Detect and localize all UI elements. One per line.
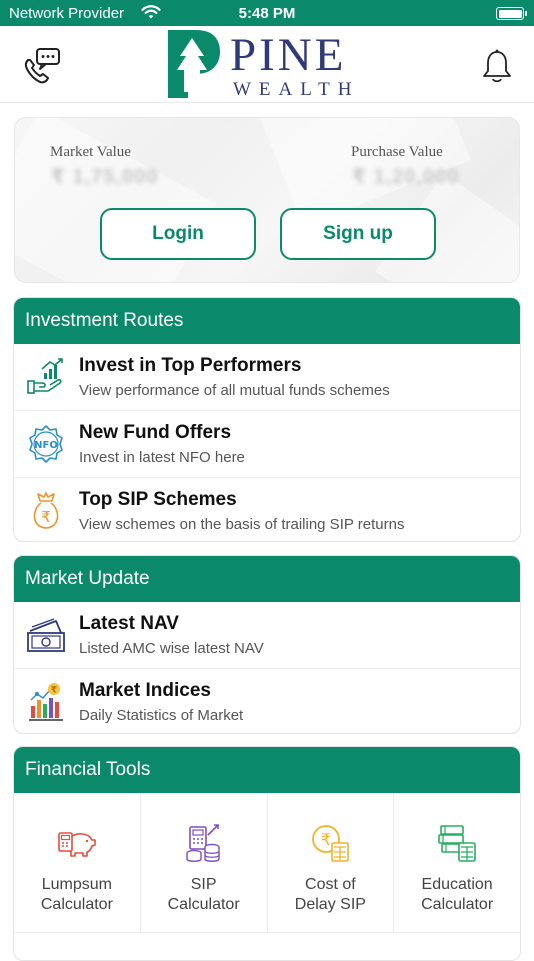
svg-text:NFO: NFO	[34, 440, 58, 451]
nfo-badge-icon: NFO	[26, 424, 66, 464]
status-bar: Network Provider 5:48 PM	[0, 0, 534, 26]
tool-education-calculator[interactable]: Education Calculator	[394, 793, 520, 933]
piggy-calculator-icon	[57, 823, 97, 863]
tool-label: Cost of Delay SIP	[294, 876, 366, 913]
cash-notes-icon	[26, 615, 66, 655]
list-item-market-indices[interactable]: ₹ Market Indices Daily Statistics of Mar…	[14, 669, 520, 733]
app-header: PINE WEALTH	[0, 26, 534, 103]
list-item-subtitle: Daily Statistics of Market	[79, 707, 244, 724]
financial-tools-section: Financial Tools Lumpsum Calculator SIP C…	[13, 746, 521, 961]
growth-hand-icon	[26, 357, 66, 397]
education-calculator-icon	[437, 823, 477, 863]
tool-label: Education Calculator	[421, 876, 494, 913]
market-update-section: Market Update Latest NAV Listed AMC wise…	[13, 555, 521, 734]
tool-label: SIP Calculator	[167, 876, 240, 913]
list-item-subtitle: View schemes on the basis of trailing SI…	[79, 516, 405, 533]
tool-label: Lumpsum Calculator	[40, 876, 113, 913]
list-item-title: Top SIP Schemes	[79, 489, 237, 510]
list-item-subtitle: Invest in latest NFO here	[79, 449, 245, 466]
list-item-title: New Fund Offers	[79, 422, 232, 443]
list-item-top-performers[interactable]: Invest in Top Performers View performanc…	[14, 344, 520, 411]
coins-calculator-icon	[184, 823, 224, 863]
signup-button[interactable]: Sign up	[280, 208, 436, 260]
bar-chart-rupee-icon: ₹	[26, 682, 66, 722]
list-item-title: Invest in Top Performers	[79, 355, 302, 376]
list-item-subtitle: View performance of all mutual funds sch…	[79, 382, 390, 399]
tool-sip-calculator[interactable]: SIP Calculator	[140, 793, 268, 933]
bell-icon[interactable]	[480, 48, 514, 84]
chat-phone-icon[interactable]	[20, 46, 62, 86]
section-title: Market Update	[14, 556, 520, 602]
svg-text:₹: ₹	[41, 508, 51, 526]
rupee-bag-icon: ₹	[26, 491, 66, 531]
list-item-new-fund-offers[interactable]: NFO New Fund Offers Invest in latest NFO…	[14, 411, 520, 478]
tool-cost-of-delay-sip[interactable]: ₹ Cost of Delay SIP	[267, 793, 395, 933]
logo-wordmark: PINE	[230, 29, 347, 81]
clock: 5:48 PM	[238, 5, 296, 22]
list-item-latest-nav[interactable]: Latest NAV Listed AMC wise latest NAV	[14, 602, 520, 669]
svg-text:₹: ₹	[51, 686, 57, 696]
section-title: Investment Routes	[14, 298, 520, 344]
purchase-value-amount: ₹ 1,20,000	[352, 166, 460, 188]
list-item-top-sip-schemes[interactable]: ₹ Top SIP Schemes View schemes on the ba…	[14, 478, 520, 541]
list-item-subtitle: Listed AMC wise latest NAV	[79, 640, 264, 657]
rupee-calculator-icon: ₹	[310, 823, 350, 863]
market-value-label: Market Value	[50, 144, 131, 160]
section-title: Financial Tools	[14, 747, 520, 793]
svg-text:₹: ₹	[321, 830, 331, 849]
portfolio-value-card: Market Value ₹ 1,75,000 Purchase Value ₹…	[14, 117, 520, 283]
tools-grid: Lumpsum Calculator SIP Calculator ₹ Cost…	[14, 793, 520, 933]
login-button[interactable]: Login	[100, 208, 256, 260]
purchase-value-label: Purchase Value	[351, 144, 443, 160]
investment-routes-section: Investment Routes Invest in Top Performe…	[13, 297, 521, 542]
market-value-amount: ₹ 1,75,000	[51, 166, 159, 188]
logo-subtitle: WEALTH	[233, 79, 360, 100]
list-item-title: Market Indices	[79, 680, 211, 701]
battery-icon	[496, 7, 524, 20]
tool-lumpsum-calculator[interactable]: Lumpsum Calculator	[14, 793, 141, 933]
list-item-title: Latest NAV	[79, 613, 179, 634]
